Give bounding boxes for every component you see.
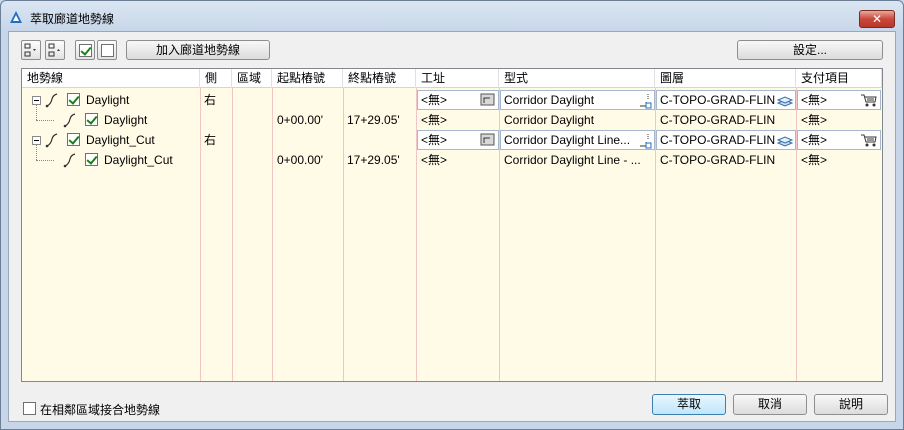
layer-value: C-TOPO-GRAD-FLIN	[660, 113, 776, 127]
join-features-checkbox[interactable]	[23, 402, 36, 415]
start-station-value: 0+00.00'	[277, 113, 324, 127]
site-picker-icon[interactable]	[480, 93, 496, 107]
feature-line-icon	[63, 153, 76, 168]
layer-value: C-TOPO-GRAD-FLIN	[660, 133, 776, 147]
end-station-value: 17+29.05'	[347, 153, 400, 167]
clear-all-button[interactable]	[97, 40, 117, 60]
col-header-pay-item[interactable]: 支付項目	[796, 69, 882, 88]
style-value: Corridor Daylight	[504, 93, 595, 107]
col-header-layer[interactable]: 圖層	[655, 69, 796, 88]
style-picker-icon[interactable]	[638, 93, 652, 109]
col-header-feature-line[interactable]: 地勢線	[22, 69, 200, 88]
pay-item-value: <無>	[801, 153, 828, 167]
row-checkbox[interactable]	[67, 133, 80, 146]
feature-line-name: Daylight_Cut	[86, 133, 155, 147]
row-checkbox[interactable]	[85, 153, 98, 166]
layer-dropdown[interactable]: C-TOPO-GRAD-FLIN	[656, 130, 796, 150]
expand-tree-button[interactable]	[21, 40, 41, 60]
site-value: <無>	[421, 93, 448, 107]
grid-header: 地勢線 側 區域 起點樁號 終點樁號 工址 型式 圖層 支付項目	[22, 69, 882, 88]
layer-stack-icon[interactable]	[777, 94, 793, 108]
column-divider	[882, 88, 883, 382]
side-value: 右	[204, 93, 217, 107]
title-bar[interactable]: 萃取廊道地勢線 ✕	[1, 1, 903, 31]
site-picker-icon[interactable]	[480, 133, 496, 147]
col-header-end-station[interactable]: 終點樁號	[343, 69, 416, 88]
select-all-button[interactable]	[75, 40, 95, 60]
style-dropdown[interactable]: Corridor Daylight	[500, 90, 655, 110]
pay-item-cart-icon[interactable]	[860, 93, 878, 108]
checked-box-icon	[79, 44, 92, 57]
feature-line-icon	[45, 93, 58, 108]
feature-line-icon	[63, 113, 76, 128]
layer-value: C-TOPO-GRAD-FLIN	[660, 93, 776, 107]
col-header-style[interactable]: 型式	[499, 69, 655, 88]
col-header-start-station[interactable]: 起點樁號	[272, 69, 343, 88]
feature-line-name: Daylight	[86, 93, 130, 107]
start-station-value: 0+00.00'	[277, 153, 324, 167]
dialog-body: 加入廊道地勢線 設定... 地勢線 側 區域 起點樁號 終點樁號 工址 型式 圖…	[8, 31, 896, 422]
pay-item-cart-icon[interactable]	[860, 133, 878, 148]
layer-value: C-TOPO-GRAD-FLIN	[660, 153, 776, 167]
cancel-button[interactable]: 取消	[733, 394, 807, 415]
side-value: 右	[204, 133, 217, 147]
help-button[interactable]: 說明	[814, 394, 888, 415]
end-station-value: 17+29.05'	[347, 113, 400, 127]
civil3d-logo-icon	[10, 11, 22, 23]
pay-item-value: <無>	[801, 133, 828, 147]
site-value: <無>	[421, 153, 448, 167]
extract-button[interactable]: 萃取	[652, 394, 726, 415]
style-value: Corridor Daylight Line...	[504, 133, 631, 147]
col-header-side[interactable]: 側	[200, 69, 232, 88]
layer-dropdown[interactable]: C-TOPO-GRAD-FLIN	[656, 90, 796, 110]
table-row[interactable]: Daylight_Cut 0+00.00' 17+29.05' <無> Corr…	[22, 150, 882, 170]
site-value: <無>	[421, 113, 448, 127]
site-dropdown[interactable]: <無>	[417, 130, 499, 150]
unchecked-box-icon	[101, 44, 114, 57]
collapse-minus-icon[interactable]	[32, 136, 41, 145]
pay-item-dropdown[interactable]: <無>	[797, 130, 881, 150]
style-dropdown[interactable]: Corridor Daylight Line...	[500, 130, 655, 150]
expand-tree-icon	[24, 43, 36, 57]
add-corridor-feature-line-button[interactable]: 加入廊道地勢線	[126, 40, 270, 60]
pay-item-value: <無>	[801, 113, 828, 127]
pay-item-value: <無>	[801, 93, 828, 107]
close-button[interactable]: ✕	[859, 10, 895, 28]
col-header-site[interactable]: 工址	[416, 69, 499, 88]
join-features-label: 在相鄰區域接合地勢線	[40, 403, 161, 417]
window-title: 萃取廊道地勢線	[30, 12, 115, 26]
pay-item-dropdown[interactable]: <無>	[797, 90, 881, 110]
style-value: Corridor Daylight	[504, 113, 595, 127]
row-checkbox[interactable]	[67, 93, 80, 106]
site-dropdown[interactable]: <無>	[417, 90, 499, 110]
col-header-region[interactable]: 區域	[232, 69, 272, 88]
feature-line-name: Daylight_Cut	[104, 153, 173, 167]
collapse-tree-button[interactable]	[45, 40, 65, 60]
collapse-tree-icon	[48, 43, 60, 57]
style-picker-icon[interactable]	[638, 133, 652, 149]
table-row[interactable]: Daylight 0+00.00' 17+29.05' <無> Corridor…	[22, 110, 882, 130]
dialog-window: 萃取廊道地勢線 ✕ 加入廊道地勢線 設定... 地勢線 側 區域 起點樁號 終點…	[0, 0, 904, 430]
feature-line-grid: 地勢線 側 區域 起點樁號 終點樁號 工址 型式 圖層 支付項目 Dayligh…	[21, 68, 883, 382]
feature-line-icon	[45, 133, 58, 148]
settings-button[interactable]: 設定...	[737, 40, 883, 60]
collapse-minus-icon[interactable]	[32, 96, 41, 105]
layer-stack-icon[interactable]	[777, 134, 793, 148]
row-checkbox[interactable]	[85, 113, 98, 126]
site-value: <無>	[421, 133, 448, 147]
style-value: Corridor Daylight Line - ...	[504, 153, 641, 167]
feature-line-name: Daylight	[104, 113, 148, 127]
table-row[interactable]: Daylight 右 <無> Corridor Daylight C-TOPO-…	[22, 90, 882, 110]
table-row[interactable]: Daylight_Cut 右 <無> Corridor Daylight Lin…	[22, 130, 882, 150]
